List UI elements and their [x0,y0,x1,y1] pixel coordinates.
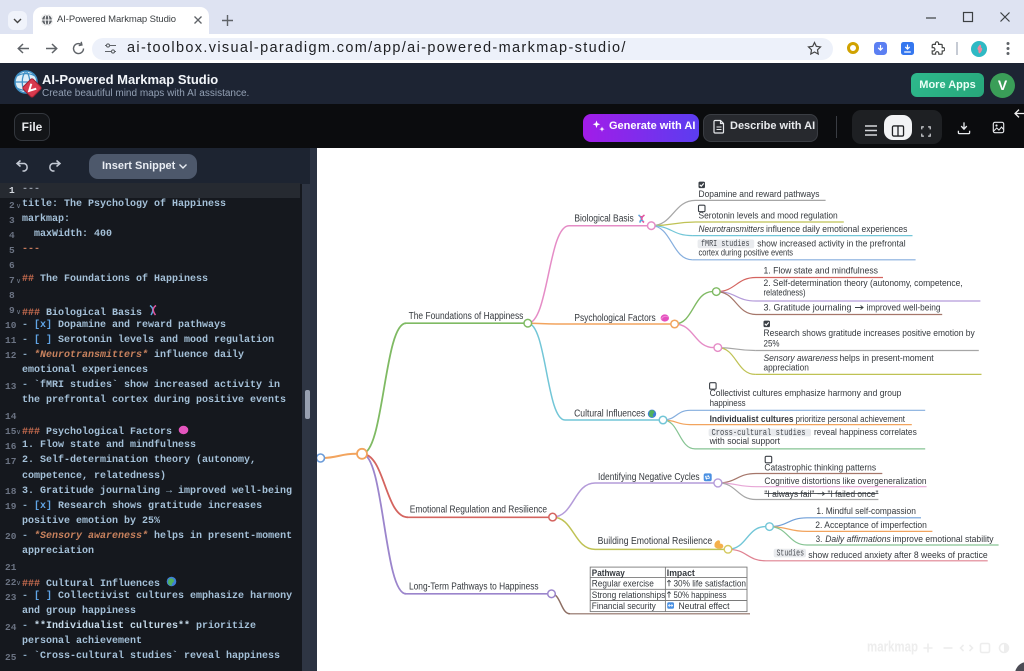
svg-text:Neutral effect: Neutral effect [679,600,730,611]
svg-text:Cultural Influences: Cultural Influences [574,409,645,420]
svg-text:Serotonin levels and mood regu: Serotonin levels and mood regulation [699,210,838,221]
svg-text:Long-Term Pathways to Happines: Long-Term Pathways to Happiness [409,581,539,592]
svg-text:The Foundations of Happiness: The Foundations of Happiness [409,311,524,322]
svg-text:1. Mindful self-compassion: 1. Mindful self-compassion [816,506,916,517]
svg-text:3.: 3. [816,534,823,545]
svg-text:cortex during positive events: cortex during positive events [699,248,794,259]
svg-text:Research shows gratitude incre: Research shows gratitude increases posit… [764,328,975,339]
svg-text:Catastrophic thinking patterns: Catastrophic thinking patterns [764,463,876,474]
svg-text:1. Flow state and mindfulness: 1. Flow state and mindfulness [764,266,879,277]
svg-text:improved well-being: improved well-being [867,303,941,314]
svg-text:helps in present-moment: helps in present-moment [840,353,934,364]
svg-text:Impact: Impact [667,567,695,578]
svg-text:Financial security: Financial security [592,600,656,611]
svg-text:Identifying Negative Cycles: Identifying Negative Cycles [598,472,700,483]
svg-text:Cognitive distortions like ove: Cognitive distortions like overgeneraliz… [764,476,926,487]
svg-text:Biological Basis: Biological Basis [574,213,633,224]
svg-text:happiness: happiness [710,398,746,409]
svg-text:Studies: Studies [777,549,805,559]
svg-text:Emotional Regulation and Resil: Emotional Regulation and Resilience [410,505,548,516]
svg-text:50% happiness: 50% happiness [674,589,727,600]
svg-text:"I failed once": "I failed once" [828,489,879,500]
svg-text:Neurotransmitters: Neurotransmitters [699,224,765,235]
svg-text:Daily affirmations: Daily affirmations [825,534,891,545]
svg-text:25%: 25% [764,338,780,349]
svg-text:relatedness): relatedness) [764,287,806,298]
svg-text:appreciation: appreciation [764,362,809,373]
svg-text:reveal happiness correlates: reveal happiness correlates [814,427,917,438]
svg-text:Strong relationships: Strong relationships [592,589,666,600]
svg-text:markmap: markmap [867,640,918,656]
svg-text:Regular exercise: Regular exercise [592,578,654,589]
svg-text:2. Acceptance of imperfection: 2. Acceptance of imperfection [815,520,927,531]
svg-text:with social support: with social support [709,436,781,447]
svg-text:prioritize personal achievemen: prioritize personal achievement [796,414,906,425]
svg-text:Dopamine and reward pathways: Dopamine and reward pathways [699,189,820,200]
svg-text:"I always fail": "I always fail" [764,489,814,500]
svg-text:influence daily emotional expe: influence daily emotional experiences [766,224,908,235]
svg-text:Pathway: Pathway [592,567,626,578]
svg-text:Building Emotional Resilience: Building Emotional Resilience [598,536,713,547]
svg-text:Individualist cultures: Individualist cultures [710,414,794,425]
svg-text:3. Gratitude journaling: 3. Gratitude journaling [764,303,852,314]
svg-text:improve emotional stability: improve emotional stability [893,534,994,545]
svg-text:Psychological Factors: Psychological Factors [574,313,655,324]
svg-text:show reduced anxiety after 8 w: show reduced anxiety after 8 weeks of pr… [808,550,987,561]
svg-text:30% life satisfaction: 30% life satisfaction [674,578,747,589]
